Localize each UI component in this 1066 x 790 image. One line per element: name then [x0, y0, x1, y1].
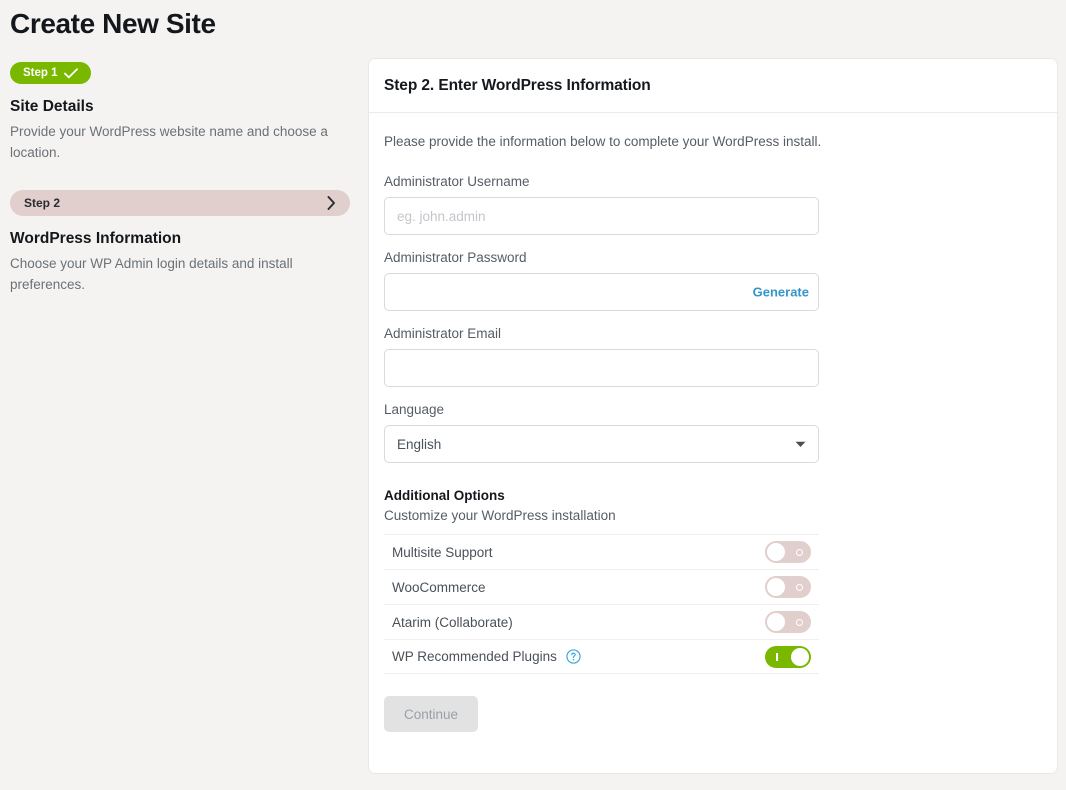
toggle-label-atarim-collaborate: Atarim (Collaborate) — [392, 615, 513, 630]
step-2-pill[interactable]: Step 2 — [10, 190, 350, 216]
toggle-row: Atarim (Collaborate) — [384, 604, 819, 639]
toggle-wp-recommended-plugins[interactable] — [765, 646, 811, 668]
additional-options-subtitle: Customize your WordPress installation — [384, 507, 1042, 525]
administrator-password-label: Administrator Password — [384, 249, 1042, 266]
toggle-label-wp-recommended-plugins: WP Recommended Plugins — [392, 649, 581, 664]
toggle-row: WP Recommended Plugins — [384, 639, 819, 674]
administrator-email-input[interactable] — [384, 349, 819, 387]
toggle-off-icon — [787, 611, 811, 633]
language-selected-value: English — [397, 437, 441, 452]
toggle-text: WooCommerce — [392, 580, 486, 595]
step-1-description: Provide your WordPress website name and … — [10, 121, 345, 163]
toggle-woocommerce[interactable] — [765, 576, 811, 598]
step-2-badge-label: Step 2 — [24, 196, 60, 210]
intro-text: Please provide the information below to … — [384, 133, 1042, 151]
toggle-multisite-support[interactable] — [765, 541, 811, 563]
additional-options-title: Additional Options — [384, 487, 1042, 505]
wordpress-information-card: Step 2. Enter WordPress Information Plea… — [368, 58, 1058, 774]
toggle-atarim-collaborate[interactable] — [765, 611, 811, 633]
toggle-off-icon — [787, 576, 811, 598]
step-1-title: Site Details — [10, 97, 350, 117]
toggle-text: WP Recommended Plugins — [392, 649, 557, 664]
toggle-text: Atarim (Collaborate) — [392, 615, 513, 630]
administrator-password-field: Administrator Password Generate — [384, 249, 1042, 311]
continue-button[interactable]: Continue — [384, 696, 478, 732]
toggle-knob — [767, 578, 785, 596]
toggle-knob — [767, 613, 785, 631]
toggle-on-icon — [765, 646, 789, 668]
additional-options-list: Multisite Support WooCommerce — [384, 534, 819, 674]
toggle-off-icon — [787, 541, 811, 563]
language-label: Language — [384, 401, 1042, 418]
toggle-row: WooCommerce — [384, 569, 819, 604]
question-circle-icon[interactable] — [566, 649, 581, 664]
language-field: Language English — [384, 401, 1042, 463]
toggle-knob — [767, 543, 785, 561]
step-2-description: Choose your WP Admin login details and i… — [10, 253, 345, 295]
create-new-site-page: Create New Site Step 1 Site Details Prov… — [0, 0, 1066, 790]
check-icon — [64, 68, 78, 79]
toggle-row: Multisite Support — [384, 534, 819, 569]
administrator-email-field: Administrator Email — [384, 325, 1042, 387]
generate-password-link[interactable]: Generate — [753, 285, 809, 300]
steps-sidebar: Step 1 Site Details Provide your WordPre… — [10, 62, 350, 295]
step-2-title: WordPress Information — [10, 229, 350, 249]
card-header-title: Step 2. Enter WordPress Information — [384, 77, 651, 95]
card-body: Please provide the information below to … — [369, 113, 1057, 732]
language-select[interactable]: English — [384, 425, 819, 463]
administrator-email-label: Administrator Email — [384, 325, 1042, 342]
toggle-label-woocommerce: WooCommerce — [392, 580, 486, 595]
step-1-badge-label: Step 1 — [23, 67, 58, 79]
administrator-username-field: Administrator Username — [384, 173, 1042, 235]
toggle-knob — [791, 648, 809, 666]
toggle-label-multisite-support: Multisite Support — [392, 545, 493, 560]
administrator-username-input[interactable] — [384, 197, 819, 235]
administrator-username-label: Administrator Username — [384, 173, 1042, 190]
step-1-badge: Step 1 — [10, 62, 91, 84]
chevron-right-icon — [327, 196, 336, 210]
page-title: Create New Site — [10, 6, 216, 42]
toggle-text: Multisite Support — [392, 545, 493, 560]
card-header: Step 2. Enter WordPress Information — [369, 59, 1057, 113]
